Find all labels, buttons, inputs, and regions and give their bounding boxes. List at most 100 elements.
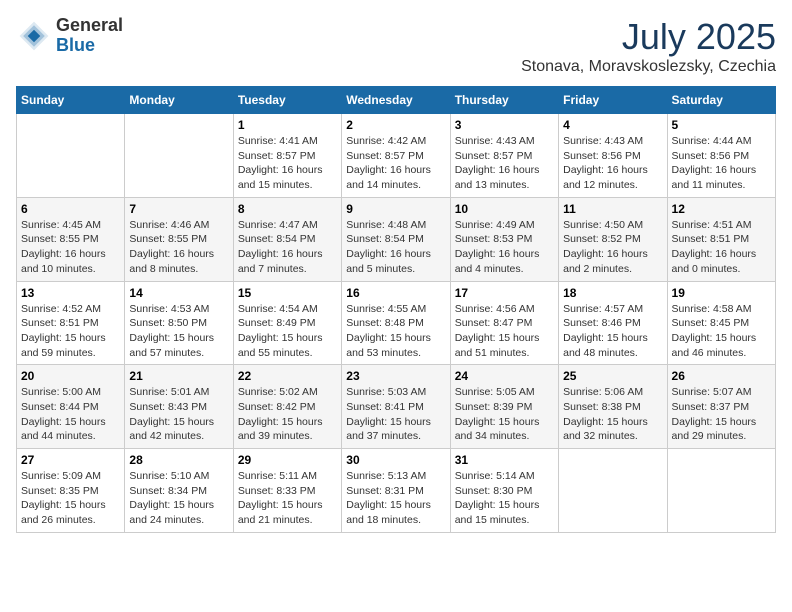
calendar-cell: 12 Sunrise: 4:51 AM Sunset: 8:51 PM Dayli… [667, 197, 775, 281]
day-number: 12 [672, 202, 771, 216]
day-number: 31 [455, 453, 554, 467]
day-info: Sunrise: 5:03 AM Sunset: 8:41 PM Dayligh… [346, 385, 445, 444]
day-number: 13 [21, 286, 120, 300]
calendar-cell: 27 Sunrise: 5:09 AM Sunset: 8:35 PM Dayli… [17, 449, 125, 533]
calendar-cell [17, 114, 125, 198]
day-info: Sunrise: 4:56 AM Sunset: 8:47 PM Dayligh… [455, 302, 554, 361]
logo: General Blue [16, 16, 123, 56]
day-info: Sunrise: 4:45 AM Sunset: 8:55 PM Dayligh… [21, 218, 120, 277]
day-number: 11 [563, 202, 662, 216]
weekday-header-saturday: Saturday [667, 87, 775, 114]
day-number: 5 [672, 118, 771, 132]
day-number: 28 [129, 453, 228, 467]
day-number: 27 [21, 453, 120, 467]
calendar-cell: 2 Sunrise: 4:42 AM Sunset: 8:57 PM Daylig… [342, 114, 450, 198]
day-number: 6 [21, 202, 120, 216]
calendar-cell: 6 Sunrise: 4:45 AM Sunset: 8:55 PM Daylig… [17, 197, 125, 281]
day-number: 20 [21, 369, 120, 383]
day-number: 15 [238, 286, 337, 300]
day-info: Sunrise: 5:09 AM Sunset: 8:35 PM Dayligh… [21, 469, 120, 528]
day-info: Sunrise: 4:47 AM Sunset: 8:54 PM Dayligh… [238, 218, 337, 277]
calendar-table: SundayMondayTuesdayWednesdayThursdayFrid… [16, 86, 776, 533]
calendar-cell: 13Sunrise: 4:52 AM Sunset: 8:51 PM Dayli… [17, 281, 125, 365]
calendar-cell: 5Sunrise: 4:44 AM Sunset: 8:56 PM Daylig… [667, 114, 775, 198]
day-info: Sunrise: 4:53 AM Sunset: 8:50 PM Dayligh… [129, 302, 228, 361]
day-info: Sunrise: 4:57 AM Sunset: 8:46 PM Dayligh… [563, 302, 662, 361]
calendar-body: 1 Sunrise: 4:41 AM Sunset: 8:57 PM Daylig… [17, 114, 776, 533]
day-number: 30 [346, 453, 445, 467]
day-info: Sunrise: 5:10 AM Sunset: 8:34 PM Dayligh… [129, 469, 228, 528]
day-number: 25 [563, 369, 662, 383]
calendar-cell: 4 Sunrise: 4:43 AM Sunset: 8:56 PM Daylig… [559, 114, 667, 198]
day-number: 14 [129, 286, 228, 300]
calendar-cell: 14 Sunrise: 4:53 AM Sunset: 8:50 PM Dayli… [125, 281, 233, 365]
calendar-cell: 26 Sunrise: 5:07 AM Sunset: 8:37 PM Dayli… [667, 365, 775, 449]
day-info: Sunrise: 4:41 AM Sunset: 8:57 PM Dayligh… [238, 134, 337, 193]
day-info: Sunrise: 4:49 AM Sunset: 8:53 PM Dayligh… [455, 218, 554, 277]
logo-text: General Blue [56, 16, 123, 56]
title-block: July 2025 Stonava, Moravskoslezsky, Czec… [521, 16, 776, 76]
calendar-cell: 22 Sunrise: 5:02 AM Sunset: 8:42 PM Dayli… [233, 365, 341, 449]
weekday-header-wednesday: Wednesday [342, 87, 450, 114]
day-number: 10 [455, 202, 554, 216]
calendar-cell: 8 Sunrise: 4:47 AM Sunset: 8:54 PM Daylig… [233, 197, 341, 281]
calendar-cell: 11Sunrise: 4:50 AM Sunset: 8:52 PM Dayli… [559, 197, 667, 281]
calendar-cell: 21 Sunrise: 5:01 AM Sunset: 8:43 PM Dayli… [125, 365, 233, 449]
calendar-cell: 7Sunrise: 4:46 AM Sunset: 8:55 PM Daylig… [125, 197, 233, 281]
day-number: 18 [563, 286, 662, 300]
day-number: 2 [346, 118, 445, 132]
calendar-cell: 23 Sunrise: 5:03 AM Sunset: 8:41 PM Dayli… [342, 365, 450, 449]
day-number: 21 [129, 369, 228, 383]
logo-blue-text: Blue [56, 36, 123, 56]
day-info: Sunrise: 5:07 AM Sunset: 8:37 PM Dayligh… [672, 385, 771, 444]
weekday-header-thursday: Thursday [450, 87, 558, 114]
calendar-cell: 15Sunrise: 4:54 AM Sunset: 8:49 PM Dayli… [233, 281, 341, 365]
day-number: 26 [672, 369, 771, 383]
day-info: Sunrise: 4:42 AM Sunset: 8:57 PM Dayligh… [346, 134, 445, 193]
weekday-header-friday: Friday [559, 87, 667, 114]
day-info: Sunrise: 5:05 AM Sunset: 8:39 PM Dayligh… [455, 385, 554, 444]
calendar-week-row: 6 Sunrise: 4:45 AM Sunset: 8:55 PM Daylig… [17, 197, 776, 281]
day-number: 4 [563, 118, 662, 132]
day-number: 3 [455, 118, 554, 132]
day-info: Sunrise: 5:06 AM Sunset: 8:38 PM Dayligh… [563, 385, 662, 444]
calendar-cell [667, 449, 775, 533]
logo-general-text: General [56, 16, 123, 36]
location-title: Stonava, Moravskoslezsky, Czechia [521, 58, 776, 76]
day-info: Sunrise: 4:48 AM Sunset: 8:54 PM Dayligh… [346, 218, 445, 277]
day-info: Sunrise: 5:11 AM Sunset: 8:33 PM Dayligh… [238, 469, 337, 528]
calendar-cell: 18 Sunrise: 4:57 AM Sunset: 8:46 PM Dayli… [559, 281, 667, 365]
calendar-cell: 19Sunrise: 4:58 AM Sunset: 8:45 PM Dayli… [667, 281, 775, 365]
day-info: Sunrise: 4:43 AM Sunset: 8:57 PM Dayligh… [455, 134, 554, 193]
calendar-cell: 1 Sunrise: 4:41 AM Sunset: 8:57 PM Daylig… [233, 114, 341, 198]
day-number: 16 [346, 286, 445, 300]
day-info: Sunrise: 5:14 AM Sunset: 8:30 PM Dayligh… [455, 469, 554, 528]
calendar-cell: 24Sunrise: 5:05 AM Sunset: 8:39 PM Dayli… [450, 365, 558, 449]
calendar-cell: 20 Sunrise: 5:00 AM Sunset: 8:44 PM Dayli… [17, 365, 125, 449]
calendar-cell: 10 Sunrise: 4:49 AM Sunset: 8:53 PM Dayli… [450, 197, 558, 281]
day-info: Sunrise: 5:00 AM Sunset: 8:44 PM Dayligh… [21, 385, 120, 444]
page-header: General Blue July 2025 Stonava, Moravsko… [16, 16, 776, 76]
day-number: 9 [346, 202, 445, 216]
day-number: 1 [238, 118, 337, 132]
calendar-cell: 30Sunrise: 5:13 AM Sunset: 8:31 PM Dayli… [342, 449, 450, 533]
day-info: Sunrise: 4:51 AM Sunset: 8:51 PM Dayligh… [672, 218, 771, 277]
day-info: Sunrise: 4:55 AM Sunset: 8:48 PM Dayligh… [346, 302, 445, 361]
day-number: 8 [238, 202, 337, 216]
day-number: 19 [672, 286, 771, 300]
calendar-week-row: 27 Sunrise: 5:09 AM Sunset: 8:35 PM Dayli… [17, 449, 776, 533]
month-title: July 2025 [521, 16, 776, 58]
calendar-cell: 25 Sunrise: 5:06 AM Sunset: 8:38 PM Dayli… [559, 365, 667, 449]
calendar-week-row: 20 Sunrise: 5:00 AM Sunset: 8:44 PM Dayli… [17, 365, 776, 449]
calendar-cell: 3 Sunrise: 4:43 AM Sunset: 8:57 PM Daylig… [450, 114, 558, 198]
day-number: 23 [346, 369, 445, 383]
day-info: Sunrise: 5:01 AM Sunset: 8:43 PM Dayligh… [129, 385, 228, 444]
day-number: 17 [455, 286, 554, 300]
day-info: Sunrise: 5:02 AM Sunset: 8:42 PM Dayligh… [238, 385, 337, 444]
day-number: 22 [238, 369, 337, 383]
calendar-cell: 9 Sunrise: 4:48 AM Sunset: 8:54 PM Daylig… [342, 197, 450, 281]
weekday-header-sunday: Sunday [17, 87, 125, 114]
calendar-cell [559, 449, 667, 533]
weekday-header-tuesday: Tuesday [233, 87, 341, 114]
day-info: Sunrise: 4:43 AM Sunset: 8:56 PM Dayligh… [563, 134, 662, 193]
